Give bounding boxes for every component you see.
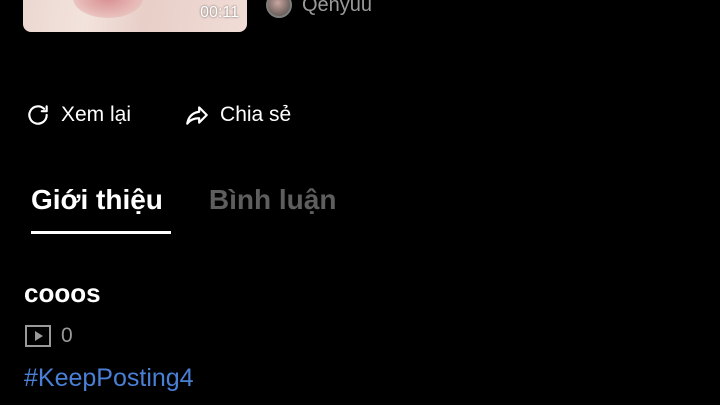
tab-label: Giới thiệu (31, 184, 163, 215)
tab-label: Bình luận (208, 184, 337, 215)
active-tab-indicator (31, 231, 171, 234)
replay-label: Xem lại (61, 103, 132, 126)
tab-comments[interactable]: Bình luận (209, 184, 337, 234)
view-count: 0 (25, 324, 73, 348)
replay-button[interactable]: Xem lại (25, 102, 131, 128)
tab-introduction[interactable]: Giới thiệu (31, 184, 171, 234)
channel-info[interactable]: Qenyuu (266, 0, 372, 18)
tab-bar: Giới thiệu Bình luận (31, 184, 336, 234)
replay-icon (25, 102, 51, 128)
video-thumbnail[interactable]: 00:11 (23, 0, 247, 32)
play-box-icon (25, 325, 51, 347)
video-title: cooos (24, 278, 101, 308)
share-icon (184, 102, 210, 128)
view-count-value: 0 (61, 324, 73, 347)
share-button[interactable]: Chia sẻ (184, 102, 291, 128)
hashtag-link[interactable]: #KeepPosting4 (24, 364, 194, 393)
share-label: Chia sẻ (220, 103, 292, 126)
thumbnail-image (73, 0, 143, 18)
action-bar: Xem lại Chia sẻ (25, 102, 291, 128)
channel-name: Qenyuu (302, 0, 373, 16)
video-duration: 00:11 (200, 4, 239, 21)
avatar (266, 0, 292, 18)
